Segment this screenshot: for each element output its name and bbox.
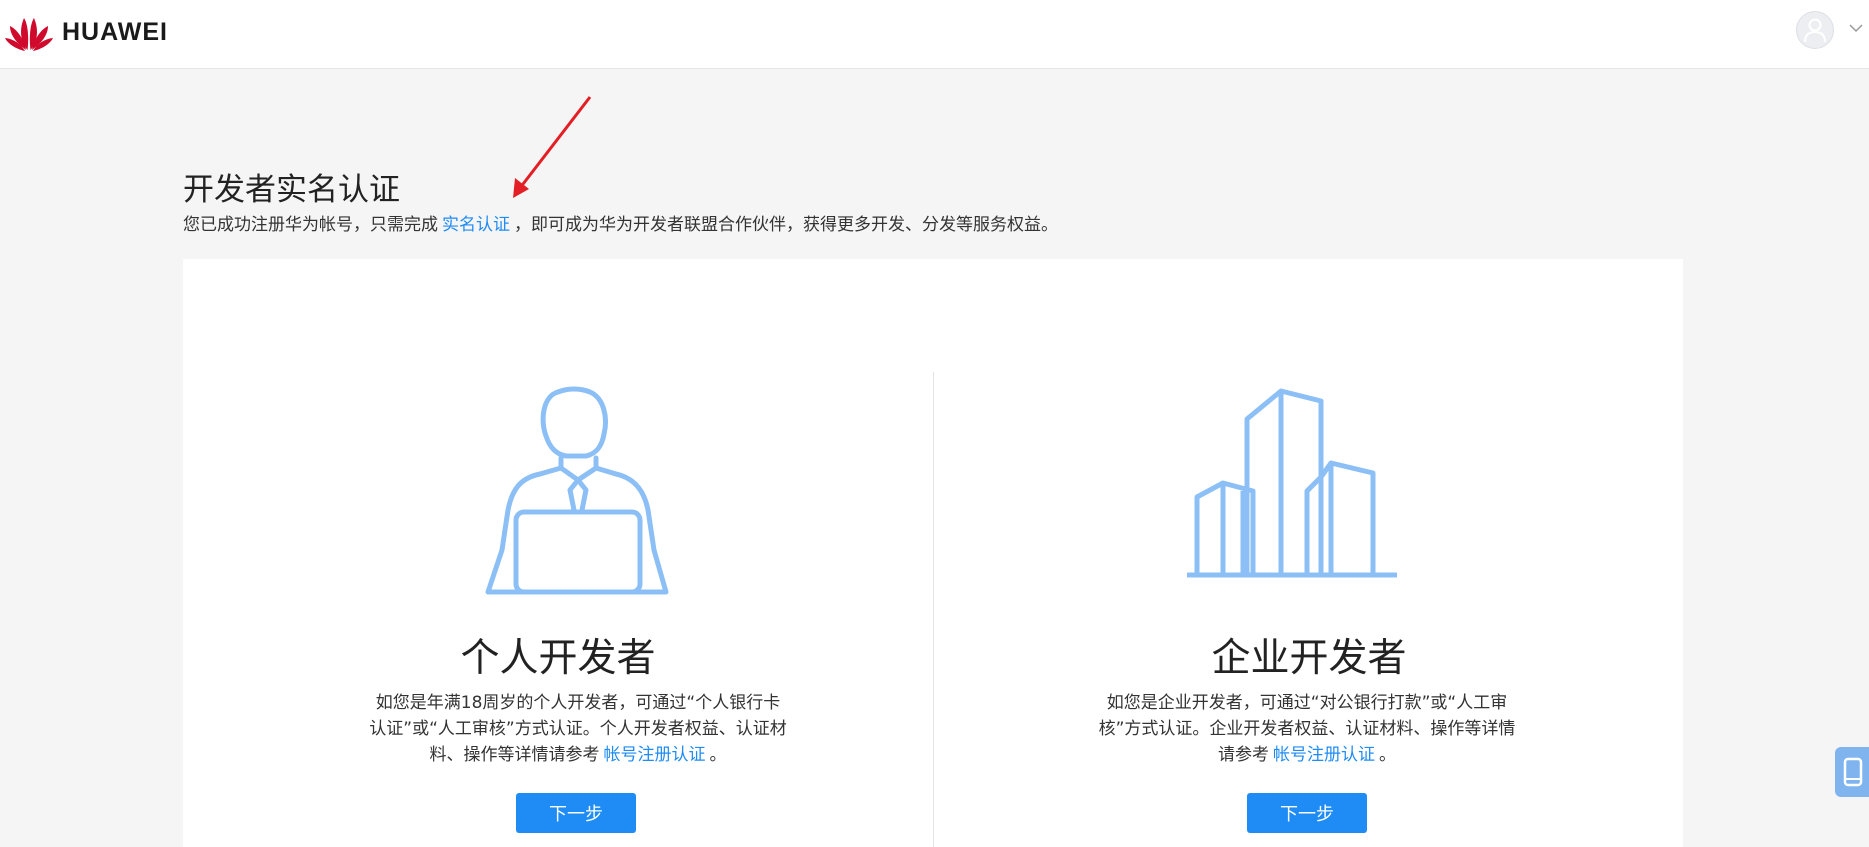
- individual-developer-panel: 个人开发者 如您是年满18周岁的个人开发者，可通过“个人银行卡认证”或“人工审核…: [183, 259, 933, 847]
- individual-title: 个人开发者: [460, 636, 656, 681]
- chevron-down-icon[interactable]: [1849, 24, 1863, 33]
- subtitle-text-after: ，即可成为华为开发者联盟合作伙伴，获得更多开发、分发等服务权益。: [514, 215, 1058, 235]
- developer-type-card: 个人开发者 如您是年满18周岁的个人开发者，可通过“个人银行卡认证”或“人工审核…: [183, 259, 1683, 847]
- brand-name: HUAWEI: [62, 18, 168, 46]
- enterprise-building-icon: [1187, 388, 1397, 578]
- enterprise-title: 企业开发者: [1211, 636, 1407, 681]
- enterprise-description: 如您是企业开发者，可通过“对公银行打款”或“人工审核”方式认证。企业开发者权益、…: [1097, 690, 1517, 768]
- individual-desc-end: 。: [709, 745, 727, 765]
- real-name-auth-link[interactable]: 实名认证: [442, 215, 510, 235]
- annotation-arrow-icon: [513, 96, 592, 198]
- page-title: 开发者实名认证: [183, 172, 400, 208]
- user-silhouette-icon: [1804, 18, 1826, 43]
- subtitle-text-before: 您已成功注册华为帐号，只需完成: [183, 215, 438, 235]
- user-avatar-icon[interactable]: [1796, 11, 1834, 49]
- enterprise-account-auth-link[interactable]: 帐号注册认证: [1273, 745, 1375, 765]
- individual-account-auth-link[interactable]: 帐号注册认证: [604, 745, 706, 765]
- top-navigation-bar: HUAWEI: [0, 0, 1869, 69]
- mobile-phone-icon: [1843, 757, 1863, 787]
- individual-developer-icon: [485, 386, 669, 595]
- individual-next-button[interactable]: 下一步: [516, 793, 636, 833]
- floating-mobile-button[interactable]: [1835, 747, 1869, 797]
- enterprise-next-button[interactable]: 下一步: [1247, 793, 1367, 833]
- huawei-logo[interactable]: [4, 14, 54, 52]
- enterprise-developer-panel: 企业开发者 如您是企业开发者，可通过“对公银行打款”或“人工审核”方式认证。企业…: [934, 259, 1684, 847]
- enterprise-desc-end: 。: [1379, 745, 1396, 765]
- individual-description: 如您是年满18周岁的个人开发者，可通过“个人银行卡认证”或“人工审核”方式认证。…: [368, 690, 788, 768]
- page-subtitle: 您已成功注册华为帐号，只需完成 实名认证 ，即可成为华为开发者联盟合作伙伴，获得更多…: [183, 210, 1058, 235]
